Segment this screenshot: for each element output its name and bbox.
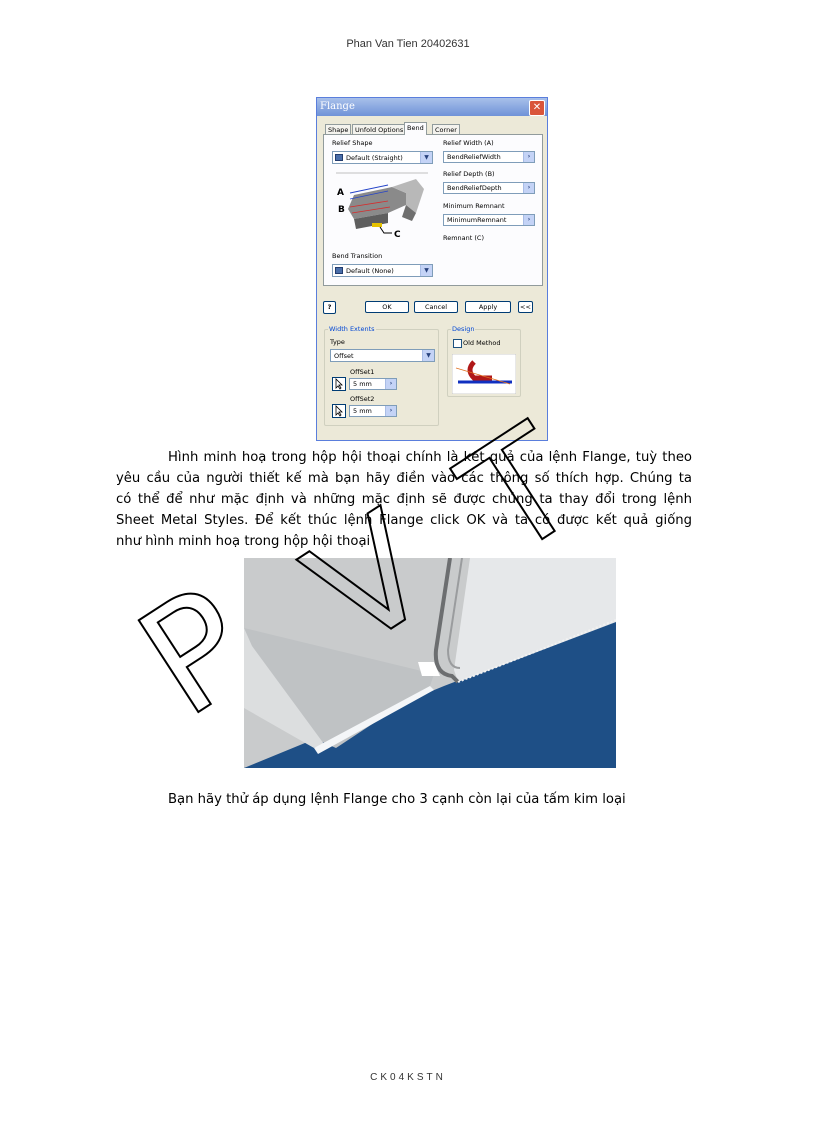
relief-shape-label: Relief Shape — [332, 139, 373, 147]
relief-diagram: A B C — [336, 172, 428, 240]
paragraph-line: Sheet Metal Styles. Để kết thúc lệnh Fla… — [116, 513, 692, 528]
page-header-author: Phan Van Tien 20402631 — [346, 38, 470, 50]
diagram-letter-b: B — [338, 205, 345, 215]
relief-shape-select[interactable]: Default (Straight) ▼ — [332, 151, 433, 164]
minimum-remnant-field[interactable]: MinimumRemnant › — [443, 214, 535, 226]
chevron-down-icon[interactable]: ▼ — [420, 265, 432, 276]
relief-width-value: BendReliefWidth — [447, 153, 501, 161]
paragraph-line: như hình minh hoạ trong hộp hội thoại — [116, 534, 371, 549]
tab-corner[interactable]: Corner — [432, 124, 460, 134]
flange-dialog: Flange ✕ Shape Unfold Options Bend Corne… — [316, 97, 548, 441]
bend-tab-panel: Relief Shape Default (Straight) ▼ Relief… — [323, 134, 543, 286]
type-label: Type — [330, 338, 345, 346]
chevron-down-icon[interactable]: ▼ — [422, 350, 434, 361]
bend-transition-select[interactable]: Default (None) ▼ — [332, 264, 433, 277]
offset1-field[interactable]: 5 mm › — [349, 378, 397, 390]
dialog-title: Flange — [320, 101, 355, 112]
relief-depth-label: Relief Depth (B) — [443, 170, 495, 178]
ok-button[interactable]: OK — [365, 301, 409, 313]
remnant-label: Remnant (C) — [443, 234, 485, 242]
body-paragraph: Hình minh hoạ trong hộp hội thoại chính … — [116, 447, 692, 552]
type-select[interactable]: Offset ▼ — [330, 349, 435, 362]
cursor-pick-icon[interactable] — [332, 404, 346, 418]
diagram-letter-a: A — [337, 188, 344, 198]
type-value: Offset — [334, 352, 354, 360]
sheet-metal-render — [244, 558, 616, 768]
chevron-right-icon[interactable]: › — [385, 406, 396, 416]
offset2-value: 5 mm — [353, 407, 372, 415]
width-extents-label: Width Extents — [328, 325, 376, 333]
bend-transition-label: Bend Transition — [332, 252, 383, 260]
diagram-letter-c: C — [394, 230, 401, 240]
page-footer: CK04KSTN — [370, 1072, 446, 1083]
cancel-button[interactable]: Cancel — [414, 301, 458, 313]
chevron-right-icon[interactable]: › — [523, 215, 534, 225]
collapse-button[interactable]: << — [518, 301, 533, 313]
help-button[interactable]: ? — [323, 301, 336, 314]
paragraph-line: có thể để như mặc định và những mặc định… — [116, 492, 692, 507]
width-extents-group: Width Extents Type Offset ▼ OffSet1 5 mm… — [324, 325, 439, 426]
caption-text: Bạn hãy thử áp dụng lệnh Flange cho 3 cạ… — [168, 792, 626, 807]
minimum-remnant-value: MinimumRemnant — [447, 216, 507, 224]
chevron-right-icon[interactable]: › — [523, 152, 534, 162]
tab-unfold-options[interactable]: Unfold Options — [352, 124, 407, 134]
old-method-checkbox[interactable] — [453, 339, 462, 348]
dialog-titlebar: Flange ✕ — [317, 98, 547, 116]
paragraph-line: Hình minh hoạ trong hộp hội thoại chính … — [168, 450, 692, 465]
close-icon[interactable]: ✕ — [529, 100, 545, 116]
relief-shape-icon — [335, 154, 343, 161]
chevron-down-icon[interactable]: ▼ — [420, 152, 432, 163]
design-group: Design Old Method — [447, 325, 521, 397]
relief-depth-value: BendReliefDepth — [447, 184, 502, 192]
tab-bend[interactable]: Bend — [404, 122, 427, 135]
bend-transition-value: Default (None) — [346, 267, 394, 275]
bend-design-preview — [452, 354, 516, 394]
offset2-field[interactable]: 5 mm › — [349, 405, 397, 417]
apply-button[interactable]: Apply — [465, 301, 511, 313]
paragraph-line: yêu cầu của người thiết kế mà bạn hãy đi… — [116, 471, 692, 486]
relief-depth-field[interactable]: BendReliefDepth › — [443, 182, 535, 194]
chevron-right-icon[interactable]: › — [385, 379, 396, 389]
bend-transition-icon — [335, 267, 343, 274]
relief-width-label: Relief Width (A) — [443, 139, 494, 147]
offset1-label: OffSet1 — [350, 368, 375, 376]
design-label: Design — [451, 325, 476, 333]
chevron-right-icon[interactable]: › — [523, 183, 534, 193]
minimum-remnant-label: Minimum Remnant — [443, 202, 505, 210]
tab-shape[interactable]: Shape — [325, 124, 352, 134]
relief-shape-value: Default (Straight) — [346, 154, 403, 162]
relief-width-field[interactable]: BendReliefWidth › — [443, 151, 535, 163]
offset2-label: OffSet2 — [350, 395, 375, 403]
offset1-value: 5 mm — [353, 380, 372, 388]
old-method-label: Old Method — [463, 339, 501, 347]
cursor-pick-icon[interactable] — [332, 377, 346, 391]
